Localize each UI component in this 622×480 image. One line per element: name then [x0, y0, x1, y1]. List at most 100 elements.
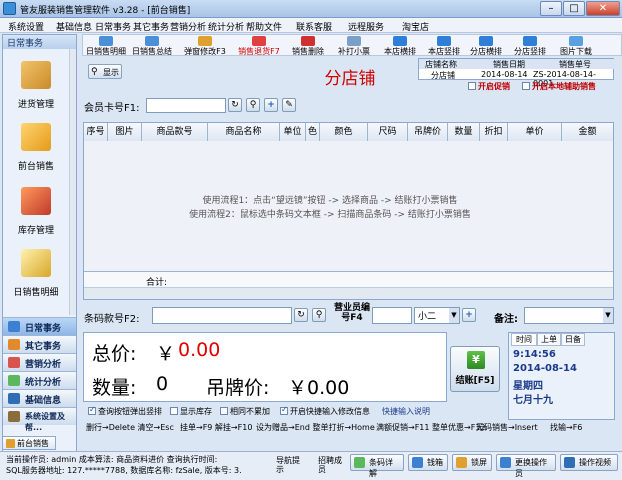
col-image: 图片	[108, 123, 142, 141]
sidebar-tab-basic-info[interactable]: 基础信息	[3, 389, 76, 407]
store-vertical-button[interactable]: 本店竖排	[424, 36, 464, 56]
checkout-button[interactable]: ¥ 结账[F5]	[450, 346, 500, 392]
binoculars-icon[interactable]: ⚲	[312, 308, 326, 322]
scan-icon[interactable]: ↻	[294, 308, 308, 322]
menu-system-settings[interactable]: 系统设置	[8, 20, 44, 33]
doc-tab-front-sales[interactable]: 前台销售	[2, 436, 56, 450]
checkbox-show-stock[interactable]: 显示库存	[170, 406, 212, 417]
salesperson-select[interactable]: 小二 ▼	[414, 307, 460, 324]
col-amount: 金额	[562, 123, 613, 141]
menu-help[interactable]: 帮助文件	[246, 20, 282, 33]
salesperson-code-input[interactable]	[372, 307, 412, 324]
member-card-input[interactable]	[146, 98, 226, 113]
sidebar-tab-statistics[interactable]: 统计分析	[3, 371, 76, 389]
sidebar-item-inventory[interactable]: 库存管理	[3, 223, 69, 236]
grid-horizontal-scrollbar[interactable]	[84, 287, 613, 299]
image-download-button[interactable]: 图片下载	[556, 36, 596, 56]
barcode-label: 条码款号F2:	[84, 314, 140, 325]
edit-member-icon[interactable]: ✎	[282, 98, 296, 112]
cash-drawer-button[interactable]: 钱箱	[408, 454, 448, 471]
shortcut-gift: 设为赠品→End 整单打折→Home	[256, 423, 375, 432]
quick-input-help-link[interactable]: 快捷输入说明	[382, 406, 430, 417]
sidebar-tab-daily[interactable]: 日常事务	[3, 317, 76, 335]
close-button[interactable]: ✕	[586, 1, 620, 16]
maximize-button[interactable]: □	[563, 1, 585, 16]
recruit-link[interactable]: 招聘成员	[318, 456, 342, 474]
sales-delete-button[interactable]: 销售删除	[288, 36, 328, 56]
warehouse-icon[interactable]	[21, 187, 51, 215]
barcode-input[interactable]	[152, 307, 292, 324]
sidebar-item-daily-sales[interactable]: 日销售明细	[3, 285, 69, 298]
nav-hint-link[interactable]: 导航提示	[276, 456, 300, 474]
salesperson-label: 营业员编号F4	[333, 303, 370, 323]
checkbox-query-vertical[interactable]: 查询按钮弹出竖排	[88, 405, 162, 417]
checkbox-no-accumulate[interactable]: 相同不累加	[220, 406, 270, 417]
minimize-button[interactable]: –	[540, 1, 562, 16]
sidebar-tab-system-help[interactable]: 系统设置及帮...	[3, 407, 76, 432]
sidebar-tab-other[interactable]: 其它事务	[3, 335, 76, 353]
tag-price-value: ￥0.00	[288, 377, 350, 399]
branch-vertical-button[interactable]: 分店竖排	[510, 36, 550, 56]
daily-sales-summary-button[interactable]: 日销售总结	[130, 36, 174, 56]
daily-sales-detail-button[interactable]: 日销售明细	[84, 36, 128, 56]
local-assist-checkbox[interactable]: 开启本地辅助销售	[522, 81, 596, 92]
menu-basic-info[interactable]: 基础信息	[56, 20, 92, 33]
show-button[interactable]: ⚲ 显示	[88, 64, 122, 79]
sidebar-scrollbar[interactable]	[69, 49, 76, 315]
store-info-table: 店铺名称 销售日期 销售单号 分店铺 2014-08-14 ZS-2014-08…	[418, 58, 615, 88]
promotion-checkbox[interactable]: 开启促销	[468, 81, 510, 92]
col-size: 尺码	[368, 123, 408, 141]
menu-contact-support[interactable]: 联系客服	[296, 20, 332, 33]
col-color: 颜色	[320, 123, 368, 141]
binoculars-icon[interactable]: ⚲	[246, 98, 260, 112]
menu-statistics[interactable]: 统计分析	[208, 20, 244, 33]
total-currency: ￥	[156, 343, 176, 365]
menu-remote-service[interactable]: 远程服务	[348, 20, 384, 33]
binoculars-icon: ⚲	[91, 67, 98, 77]
switch-operator-button[interactable]: 更换操作员	[496, 454, 556, 478]
menu-taobao-store[interactable]: 淘宝店	[402, 20, 429, 33]
reprint-receipt-button[interactable]: 补打小票	[334, 36, 374, 56]
sales-date-value[interactable]: 2014-08-14	[481, 70, 528, 79]
store-name-value[interactable]: 分店铺	[431, 70, 455, 81]
pos-icon[interactable]	[21, 123, 51, 151]
lock-screen-button[interactable]: 锁屏	[452, 454, 492, 471]
member-card-label: 会员卡号F1:	[84, 103, 140, 114]
sidebar-item-purchase[interactable]: 进货管理	[3, 97, 69, 110]
sidebar-header: 日常事务	[3, 35, 76, 49]
branch-horizontal-button[interactable]: 分店横排	[466, 36, 506, 56]
shortcut-hold: 挂单→F9 解挂→F10	[180, 423, 253, 432]
store-horizontal-button[interactable]: 本店横排	[380, 36, 420, 56]
checkbox-quick-input[interactable]: 开启快捷输入修改信息	[280, 405, 370, 417]
tab-icon	[6, 439, 15, 448]
sidebar-item-front-sales[interactable]: 前台销售	[3, 159, 69, 172]
calendar-icon[interactable]	[21, 249, 51, 277]
tab-last-order[interactable]: 上单	[537, 333, 561, 346]
tutorial-video-button[interactable]: 操作视频	[560, 454, 618, 471]
boxes-icon[interactable]	[21, 61, 51, 89]
sidebar-tab-marketing[interactable]: 营销分析	[3, 353, 76, 371]
sidebar: 日常事务 进货管理 前台销售 库存管理 日销售明细 日常事务 其它事务 营销分析…	[2, 34, 77, 454]
menu-other-tasks[interactable]: 其它事务	[133, 20, 169, 33]
col-index: 序号	[84, 123, 108, 141]
shortcut-find: 找输→F6	[550, 423, 583, 432]
add-member-icon[interactable]: +	[264, 98, 278, 112]
calendar-panel: 时间 上单 日备 9:14:56 2014-08-14 星期四 七月十九	[508, 332, 615, 420]
checkout-icon: ¥	[467, 351, 485, 369]
tab-time[interactable]: 时间	[511, 333, 537, 346]
subtotal-row: 合计:	[84, 271, 613, 288]
add-salesperson-icon[interactable]: +	[462, 308, 476, 322]
remark-select[interactable]: ▼	[524, 307, 614, 324]
window-title: 管友服装销售管理软件 v3.28 - [前台销售]	[20, 6, 191, 16]
total-value: 0.00	[178, 339, 221, 361]
clock-weekday: 星期四	[513, 381, 543, 392]
sales-return-button[interactable]: 销售退货F7	[234, 36, 284, 56]
total-label: 总价:	[92, 343, 137, 365]
totals-panel: 总价: ￥ 0.00 数量: 0 吊牌价: ￥0.00	[83, 332, 447, 402]
popup-edit-button[interactable]: 弹窗修改F3	[180, 36, 230, 56]
barcode-guide-button[interactable]: 条码详解	[350, 454, 404, 478]
tab-daily-notes[interactable]: 日备	[561, 333, 585, 346]
menu-marketing-analysis[interactable]: 营销分析	[170, 20, 206, 33]
swipe-icon[interactable]: ↻	[228, 98, 242, 112]
menu-daily-tasks[interactable]: 日常事务	[95, 20, 131, 33]
